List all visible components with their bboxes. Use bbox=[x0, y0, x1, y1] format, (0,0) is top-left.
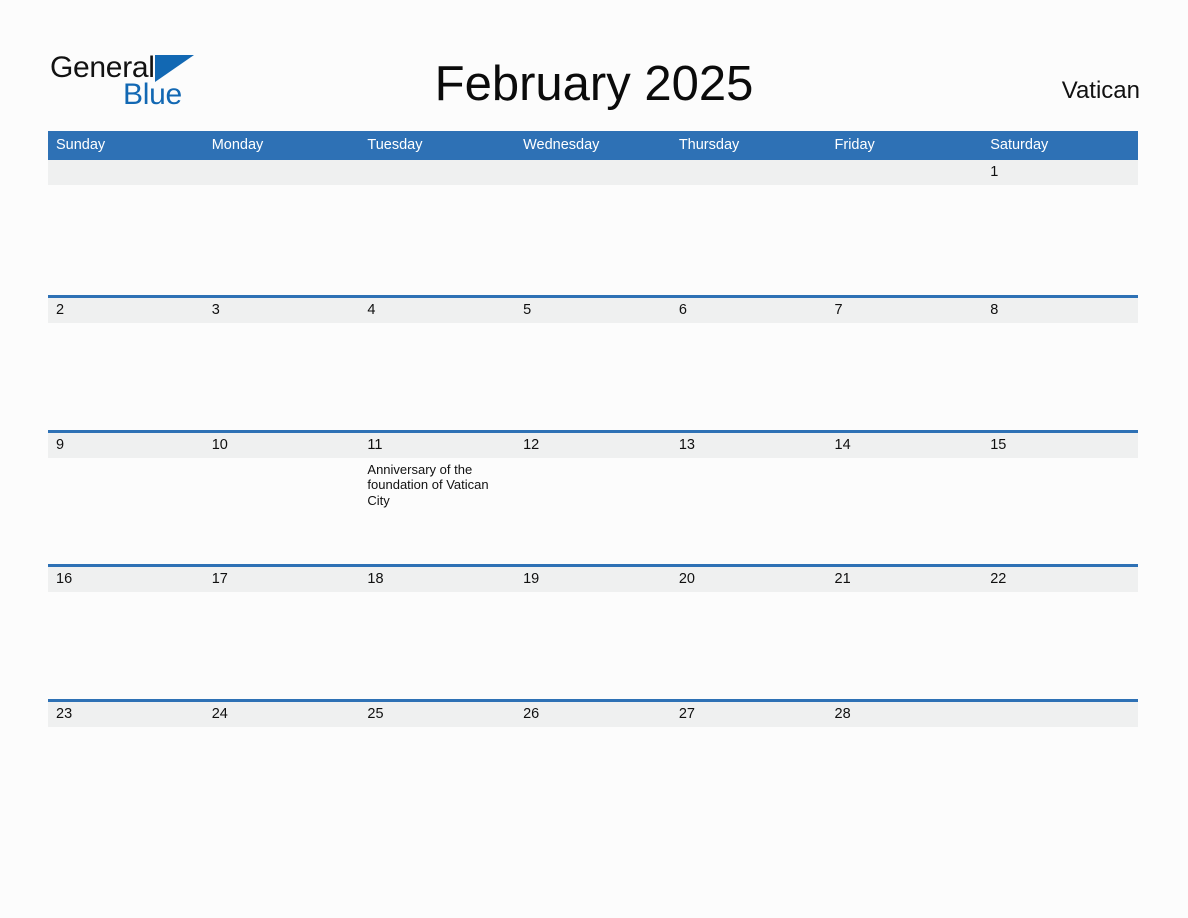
day-number[interactable]: 25 bbox=[359, 702, 515, 727]
day-cell[interactable] bbox=[48, 458, 204, 564]
day-number-strip: 1 bbox=[48, 160, 1138, 185]
day-cell[interactable] bbox=[359, 727, 515, 833]
page-header: General Blue February 2025 Vatican bbox=[0, 0, 1188, 131]
week-row: 2 3 4 5 6 7 8 bbox=[48, 294, 1138, 430]
day-cell[interactable] bbox=[204, 458, 360, 564]
day-number[interactable]: 9 bbox=[48, 433, 204, 458]
day-number[interactable]: 26 bbox=[515, 702, 671, 727]
day-cell[interactable] bbox=[48, 592, 204, 698]
day-number[interactable]: 14 bbox=[827, 433, 983, 458]
day-number[interactable]: 3 bbox=[204, 298, 360, 323]
day-number[interactable] bbox=[515, 160, 671, 185]
day-number-strip: 2 3 4 5 6 7 8 bbox=[48, 297, 1138, 323]
day-number[interactable]: 21 bbox=[827, 567, 983, 592]
day-number[interactable]: 18 bbox=[359, 567, 515, 592]
day-cell[interactable] bbox=[359, 323, 515, 429]
day-cell[interactable] bbox=[515, 323, 671, 429]
day-cell[interactable] bbox=[827, 185, 983, 291]
day-event-strip bbox=[48, 592, 1138, 698]
day-number[interactable]: 17 bbox=[204, 567, 360, 592]
day-number[interactable]: 2 bbox=[48, 298, 204, 323]
day-event-strip bbox=[48, 323, 1138, 429]
day-event-strip: Anniversary of the foundation of Vatican… bbox=[48, 458, 1138, 564]
weekday-header-thursday: Thursday bbox=[678, 137, 740, 153]
day-cell[interactable] bbox=[982, 592, 1138, 698]
day-number[interactable] bbox=[204, 160, 360, 185]
day-cell[interactable] bbox=[982, 323, 1138, 429]
day-cell[interactable] bbox=[982, 727, 1138, 833]
day-number[interactable]: 1 bbox=[982, 160, 1138, 185]
weekday-header-friday: Friday bbox=[834, 137, 875, 153]
day-cell[interactable] bbox=[359, 592, 515, 698]
day-number[interactable]: 23 bbox=[48, 702, 204, 727]
day-cell[interactable] bbox=[515, 458, 671, 564]
day-cell[interactable] bbox=[204, 185, 360, 291]
weekday-header-wednesday: Wednesday bbox=[523, 137, 600, 153]
page-title: February 2025 bbox=[434, 57, 754, 111]
day-number[interactable] bbox=[671, 160, 827, 185]
day-event-strip bbox=[48, 727, 1138, 833]
day-number[interactable] bbox=[48, 160, 204, 185]
day-cell[interactable] bbox=[671, 727, 827, 833]
day-cell[interactable] bbox=[204, 592, 360, 698]
day-cell[interactable] bbox=[515, 185, 671, 291]
day-cell[interactable]: Anniversary of the foundation of Vatican… bbox=[359, 458, 515, 564]
day-cell[interactable] bbox=[982, 185, 1138, 291]
locale-label: Vatican bbox=[1061, 77, 1140, 104]
weekday-header-tuesday: Tuesday bbox=[367, 137, 423, 153]
day-number[interactable] bbox=[982, 702, 1138, 727]
day-number[interactable]: 15 bbox=[982, 433, 1138, 458]
day-number[interactable]: 4 bbox=[359, 298, 515, 323]
day-number[interactable] bbox=[359, 160, 515, 185]
day-cell[interactable] bbox=[515, 592, 671, 698]
day-number-strip: 16 17 18 19 20 21 22 bbox=[48, 567, 1138, 593]
day-cell[interactable] bbox=[204, 727, 360, 833]
day-number[interactable]: 20 bbox=[671, 567, 827, 592]
day-number[interactable]: 7 bbox=[827, 298, 983, 323]
day-number[interactable]: 10 bbox=[204, 433, 360, 458]
day-number[interactable] bbox=[827, 160, 983, 185]
day-event-text: Anniversary of the foundation of Vatican… bbox=[367, 461, 489, 508]
day-number[interactable]: 12 bbox=[515, 433, 671, 458]
day-cell[interactable] bbox=[515, 727, 671, 833]
weekday-header-sunday: Sunday bbox=[56, 137, 106, 153]
day-number[interactable]: 27 bbox=[671, 702, 827, 727]
day-number-strip: 9 10 11 12 13 14 15 bbox=[48, 432, 1138, 458]
day-cell[interactable] bbox=[48, 727, 204, 833]
day-cell[interactable] bbox=[671, 185, 827, 291]
weekday-header-saturday: Saturday bbox=[990, 137, 1049, 153]
day-number[interactable]: 16 bbox=[48, 567, 204, 592]
week-row: 16 17 18 19 20 21 22 bbox=[48, 564, 1138, 699]
week-row: 23 24 25 26 27 28 bbox=[48, 699, 1138, 834]
day-cell[interactable] bbox=[827, 323, 983, 429]
day-cell[interactable] bbox=[827, 727, 983, 833]
day-cell[interactable] bbox=[671, 458, 827, 564]
day-number[interactable]: 5 bbox=[515, 298, 671, 323]
day-number[interactable]: 22 bbox=[982, 567, 1138, 592]
day-cell[interactable] bbox=[671, 323, 827, 429]
day-number[interactable]: 24 bbox=[204, 702, 360, 727]
day-number[interactable]: 19 bbox=[515, 567, 671, 592]
week-row: 1 bbox=[48, 160, 1138, 295]
day-number[interactable]: 11 bbox=[359, 433, 515, 458]
day-cell[interactable] bbox=[359, 185, 515, 291]
day-cell[interactable] bbox=[982, 458, 1138, 564]
day-cell[interactable] bbox=[827, 458, 983, 564]
day-cell[interactable] bbox=[827, 592, 983, 698]
day-number[interactable]: 6 bbox=[671, 298, 827, 323]
weekday-header-monday: Monday bbox=[211, 137, 264, 153]
day-number-strip: 23 24 25 26 27 28 bbox=[48, 702, 1138, 728]
day-event-strip bbox=[48, 185, 1138, 291]
weekday-header-row: Sunday Monday Tuesday Wednesday Thursday… bbox=[48, 131, 1138, 160]
day-number[interactable]: 28 bbox=[827, 702, 983, 727]
day-number[interactable]: 8 bbox=[982, 298, 1138, 323]
day-cell[interactable] bbox=[48, 323, 204, 429]
calendar-grid: Sunday Monday Tuesday Wednesday Thursday… bbox=[48, 131, 1138, 834]
day-cell[interactable] bbox=[204, 323, 360, 429]
day-cell[interactable] bbox=[671, 592, 827, 698]
day-number[interactable]: 13 bbox=[671, 433, 827, 458]
week-row: 9 10 11 12 13 14 15 Anniversary of the f… bbox=[48, 429, 1138, 565]
day-cell[interactable] bbox=[48, 185, 204, 291]
